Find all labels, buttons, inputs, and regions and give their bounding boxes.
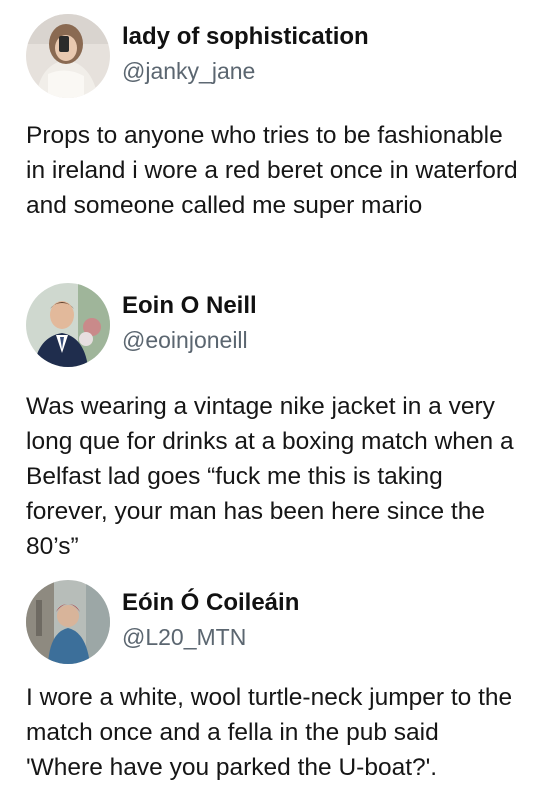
user-handle[interactable]: @janky_jane (122, 56, 369, 86)
tweet-card: Eoin O Neill @eoinjoneill Was wearing a … (26, 283, 526, 564)
user-info: Eoin O Neill @eoinjoneill (122, 283, 257, 355)
avatar[interactable] (26, 580, 110, 664)
user-info: lady of sophistication @janky_jane (122, 14, 369, 86)
display-name[interactable]: Eóin Ó Coileáin (122, 588, 299, 618)
display-name[interactable]: Eoin O Neill (122, 291, 257, 321)
tweet-text: Props to anyone who tries to be fashiona… (26, 122, 518, 219)
avatar[interactable] (26, 283, 110, 367)
tweet-text: I wore a white, wool turtle-neck jumper … (26, 684, 513, 781)
user-info: Eóin Ó Coileáin @L20_MTN (122, 580, 299, 652)
tweet-header: Eóin Ó Coileáin @L20_MTN (26, 580, 526, 664)
avatar[interactable] (26, 14, 110, 98)
tweet-card: Eóin Ó Coileáin @L20_MTN I wore a white,… (26, 580, 526, 785)
user-handle[interactable]: @L20_MTN (122, 622, 299, 652)
tweet-header: Eoin O Neill @eoinjoneill (26, 283, 526, 367)
tweet-text: Was wearing a vintage nike jacket in a v… (26, 393, 514, 560)
display-name[interactable]: lady of sophistication (122, 22, 369, 52)
user-handle[interactable]: @eoinjoneill (122, 325, 257, 355)
tweet-card: lady of sophistication @janky_jane Props… (26, 14, 526, 223)
tweet-header: lady of sophistication @janky_jane (26, 14, 526, 98)
